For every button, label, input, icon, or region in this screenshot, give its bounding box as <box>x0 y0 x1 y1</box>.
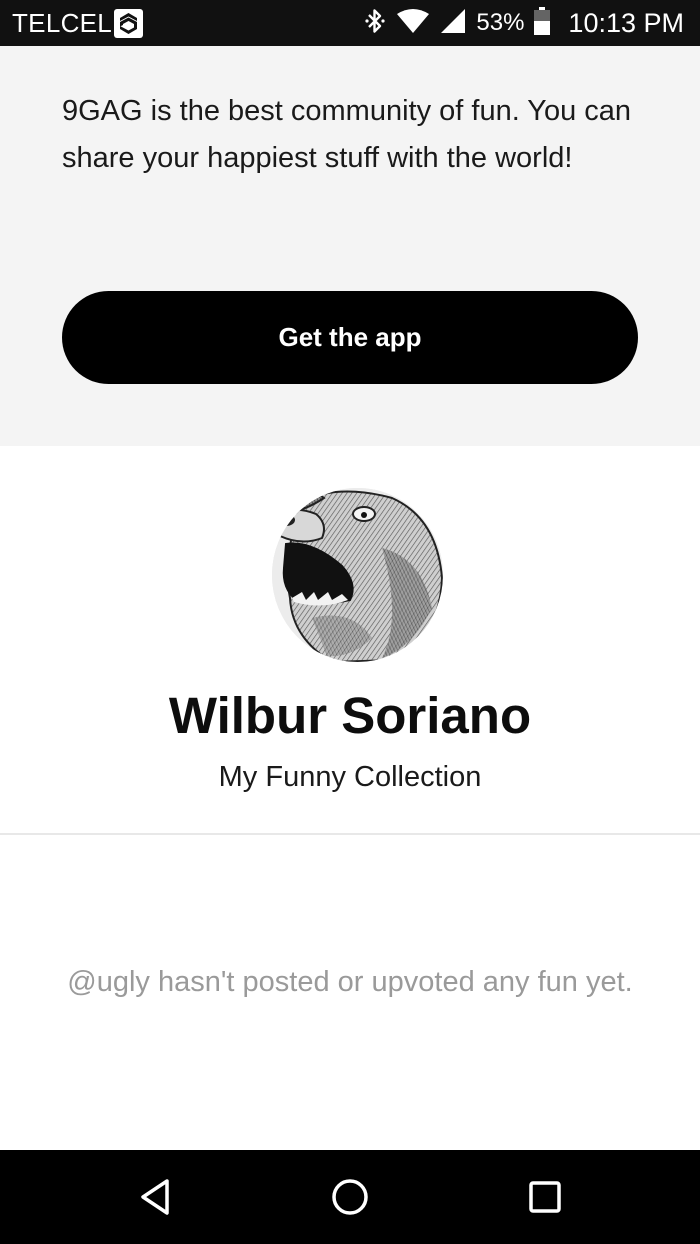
promo-text: 9GAG is the best community of fun. You c… <box>62 95 632 174</box>
home-icon[interactable] <box>325 1172 375 1222</box>
divider <box>0 833 700 835</box>
status-bar: TELCEL 53% 10:13 PM <box>0 0 700 46</box>
carrier-logo-icon <box>114 9 143 38</box>
battery-icon <box>534 6 551 40</box>
get-app-button[interactable]: Get the app <box>62 291 638 384</box>
profile-name: Wilbur Soriano <box>168 687 532 744</box>
wifi-icon <box>396 8 430 39</box>
empty-feed-message: @ugly hasn't posted or upvoted any fun y… <box>67 966 633 998</box>
avatar <box>272 488 443 662</box>
bluetooth-icon <box>364 7 386 40</box>
promo-banner: 9GAG is the best community of fun. You c… <box>0 46 700 446</box>
get-app-label: Get the app <box>278 322 422 352</box>
signal-icon <box>440 8 466 39</box>
status-icons: 53% 10:13 PM <box>364 6 684 40</box>
profile-subtitle: My Funny Collection <box>218 761 482 793</box>
carrier-name: TELCEL <box>12 8 113 38</box>
clock: 10:13 PM <box>568 8 684 38</box>
navigation-bar <box>0 1150 700 1244</box>
recents-icon[interactable] <box>520 1172 570 1222</box>
battery-percent: 53% <box>476 9 525 36</box>
back-icon[interactable] <box>130 1172 180 1222</box>
bear-illustration-icon <box>272 488 443 662</box>
